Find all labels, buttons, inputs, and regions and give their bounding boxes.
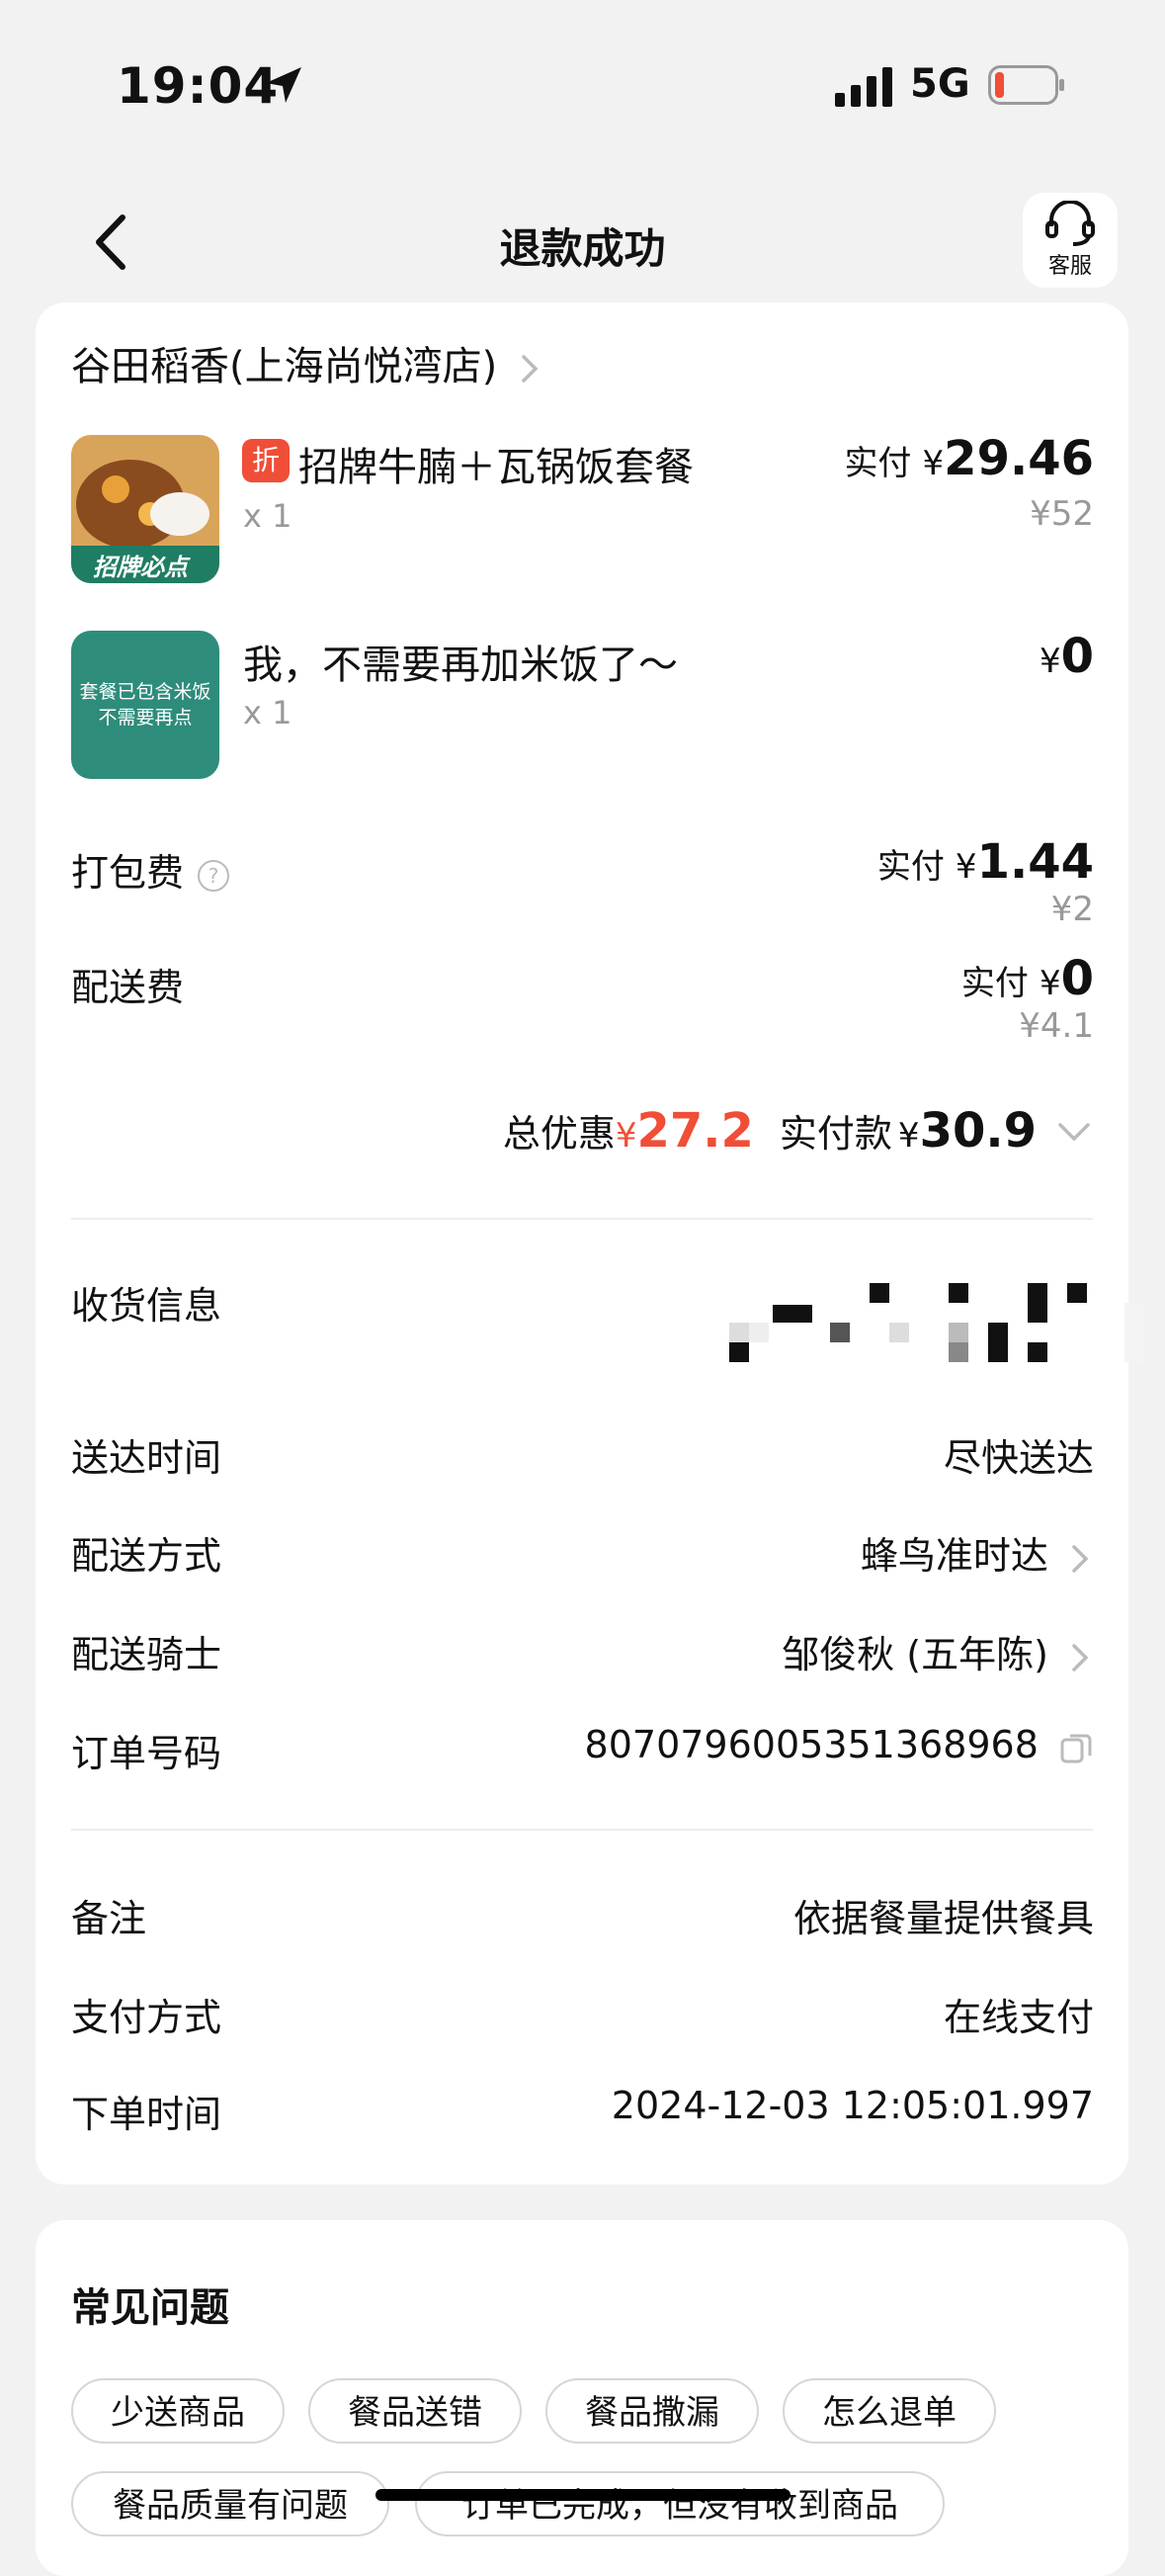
divider	[71, 1218, 1093, 1220]
network-type: 5G	[910, 61, 970, 107]
paid-amount: 0	[1060, 951, 1094, 1006]
order-number-row: 8070796005351368968	[585, 1723, 1094, 1766]
delivery-method-value: 蜂鸟准时达	[860, 1534, 1048, 1578]
currency: ¥	[1039, 964, 1061, 1003]
paid-label: 实付	[844, 444, 912, 483]
original-price: ¥2	[1050, 890, 1094, 929]
faq-chip[interactable]: 怎么退单	[783, 2378, 996, 2444]
rider-link[interactable]: 邹俊秋 (五年陈)	[782, 1624, 1094, 1678]
discount-label: 总优惠	[502, 1112, 616, 1156]
page-title: 退款成功	[499, 224, 666, 273]
delivery-method-link[interactable]: 蜂鸟准时达	[861, 1525, 1094, 1580]
home-indicator[interactable]	[375, 2489, 791, 2501]
currency: ¥	[1039, 642, 1061, 681]
faq-title: 常见问题	[71, 2285, 229, 2331]
rider-label: 配送骑士	[71, 1633, 222, 1676]
payment-method-label: 支付方式	[71, 1996, 222, 2039]
delivery-method-label: 配送方式	[71, 1534, 222, 1578]
store-name: 谷田稻香(上海尚悦湾店)	[71, 344, 498, 389]
order-number: 8070796005351368968	[584, 1723, 1039, 1766]
paid-amount: 1.44	[976, 834, 1094, 890]
chevron-right-icon	[1072, 1643, 1089, 1672]
chevron-right-icon	[1072, 1544, 1089, 1573]
currency: ¥	[897, 1116, 920, 1156]
faq-chip[interactable]: 订单已完成，但没有收到商品	[415, 2471, 945, 2536]
item-thumbnail[interactable]: 招牌必点	[71, 435, 219, 583]
item-thumbnail[interactable]: 套餐已包含米饭 不需要再点	[71, 631, 219, 779]
headset-icon	[1045, 201, 1095, 246]
thumb-text: 不需要再点	[98, 707, 193, 729]
delivery-time-value: 尽快送达	[943, 1436, 1094, 1480]
location-arrow-icon	[266, 67, 301, 103]
item-qty: x 1	[243, 497, 292, 535]
store-link[interactable]: 谷田稻香(上海尚悦湾店)	[71, 334, 543, 391]
faq-chip[interactable]: 餐品撒漏	[545, 2378, 759, 2444]
currency: ¥	[955, 847, 977, 887]
total-paid: 30.9	[919, 1103, 1037, 1159]
copy-icon[interactable]	[1058, 1730, 1094, 1765]
status-time: 19:04	[117, 57, 280, 115]
remark-value: 依据餐量提供餐具	[792, 1897, 1094, 1940]
faq-chip[interactable]: 少送商品	[71, 2378, 285, 2444]
fee-label: 打包费	[71, 851, 185, 895]
totals-row[interactable]: 总优惠 ¥ 27.2 实付款 ¥ 30.9	[503, 1103, 1094, 1159]
rider-name: 邹俊秋 (五年陈)	[782, 1633, 1048, 1676]
redacted-address-pixels	[729, 1283, 1144, 1362]
order-time-value: 2024-12-03 12:05:01.997	[611, 2084, 1094, 2127]
delivery-time-label: 送达时间	[71, 1436, 222, 1480]
total-paid-label: 实付款	[779, 1112, 892, 1156]
order-time-label: 下单时间	[71, 2093, 222, 2136]
divider	[71, 1829, 1093, 1831]
order-number-label: 订单号码	[71, 1732, 222, 1775]
payment-method-value: 在线支付	[943, 1996, 1094, 2039]
chevron-down-icon	[1058, 1123, 1090, 1142]
item-name: 我，不需要再加米饭了～	[243, 643, 678, 688]
paid-amount: 0	[1060, 629, 1094, 684]
thumb-text: 套餐已包含米饭	[79, 681, 211, 703]
original-price: ¥52	[1030, 494, 1094, 534]
original-price: ¥4.1	[1019, 1006, 1094, 1046]
address-label: 收货信息	[71, 1284, 222, 1328]
total-discount: 27.2	[636, 1103, 754, 1159]
customer-service-button[interactable]: 客服	[1023, 193, 1118, 288]
paid-amount: 29.46	[944, 431, 1094, 486]
battery-icon	[988, 65, 1064, 105]
paid-label: 实付	[876, 847, 945, 887]
faq-chip[interactable]: 餐品送错	[308, 2378, 522, 2444]
packing-fee-price: 实付 ¥1.44	[877, 834, 1094, 890]
paid-label: 实付	[960, 964, 1029, 1003]
customer-service-label: 客服	[1047, 254, 1092, 279]
currency: ¥	[615, 1116, 637, 1156]
delivery-fee-price: 实付 ¥0	[961, 951, 1094, 1006]
currency: ¥	[922, 444, 945, 483]
chevron-right-icon	[522, 355, 539, 383]
thumb-caption: 招牌必点	[93, 554, 188, 581]
item-price: ¥0	[1040, 629, 1094, 684]
packing-fee-label: 打包费?	[71, 842, 230, 897]
signal-icon	[835, 67, 892, 107]
delivery-fee-label: 配送费	[71, 966, 185, 1009]
item-qty: x 1	[243, 694, 292, 731]
faq-chip[interactable]: 餐品质量有问题	[71, 2471, 389, 2536]
info-icon[interactable]: ?	[198, 859, 230, 892]
item-name: 招牌牛腩＋瓦锅饭套餐	[298, 445, 694, 490]
discount-badge: 折	[242, 439, 290, 482]
item-price: 实付 ¥29.46	[844, 431, 1094, 486]
remark-label: 备注	[71, 1897, 147, 1940]
